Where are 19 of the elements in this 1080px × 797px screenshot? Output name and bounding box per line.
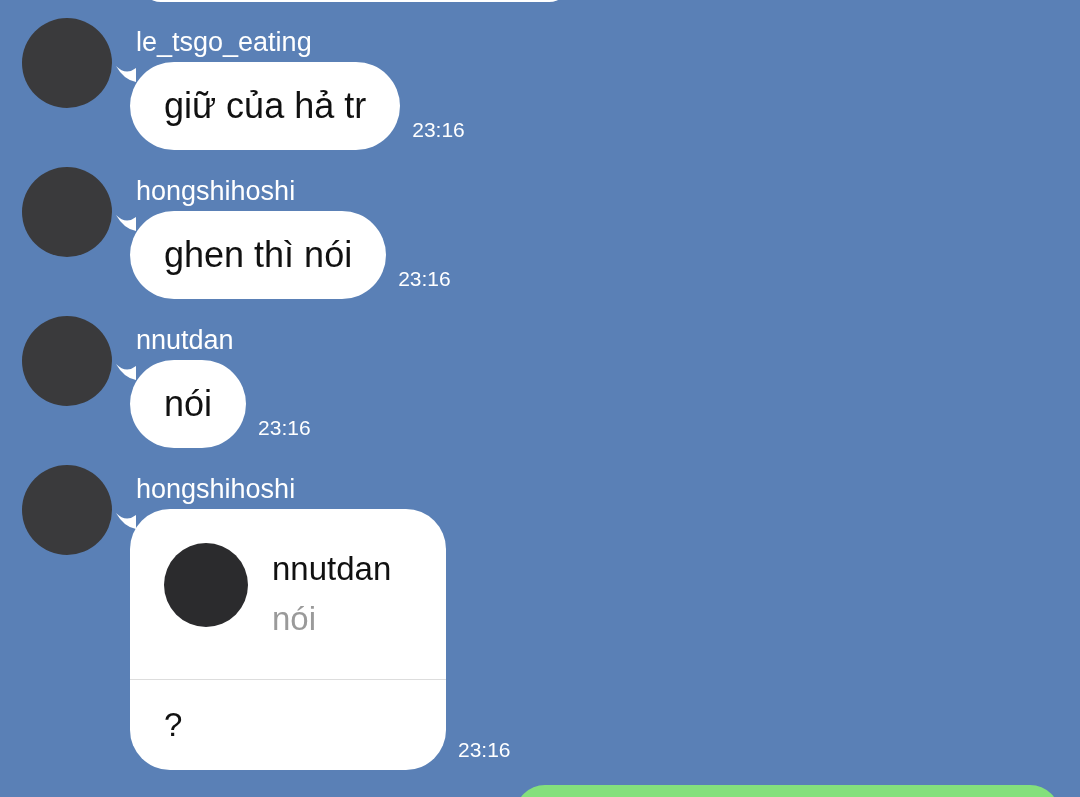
bubble-tail — [116, 64, 136, 84]
message-time: 23:16 — [398, 267, 451, 291]
message-time: 23:16 — [258, 416, 311, 440]
sender-name: hongshihoshi — [135, 175, 297, 208]
message-text: ? — [163, 705, 184, 745]
sender-name: le_tsgo_eating — [135, 26, 313, 59]
message-time: 23:16 — [412, 118, 465, 142]
message-bubble[interactable]: ghen thì nói — [130, 211, 387, 299]
quoted-sender: nnutdan — [272, 549, 392, 589]
sender-name: hongshihoshi — [135, 473, 297, 506]
quoted-message: nói — [272, 599, 318, 639]
bubble-tail — [116, 213, 136, 233]
message-bubble[interactable]: giữ của hả tr — [130, 62, 401, 150]
bubble-tail — [116, 362, 136, 382]
sender-name: nnutdan — [135, 324, 235, 357]
bubble-tail — [116, 511, 136, 531]
reply-bubble[interactable]: nnutdan nói ? — [130, 509, 446, 770]
message-time: 23:16 — [458, 738, 511, 762]
message-bubble[interactable]: nói — [130, 360, 247, 448]
